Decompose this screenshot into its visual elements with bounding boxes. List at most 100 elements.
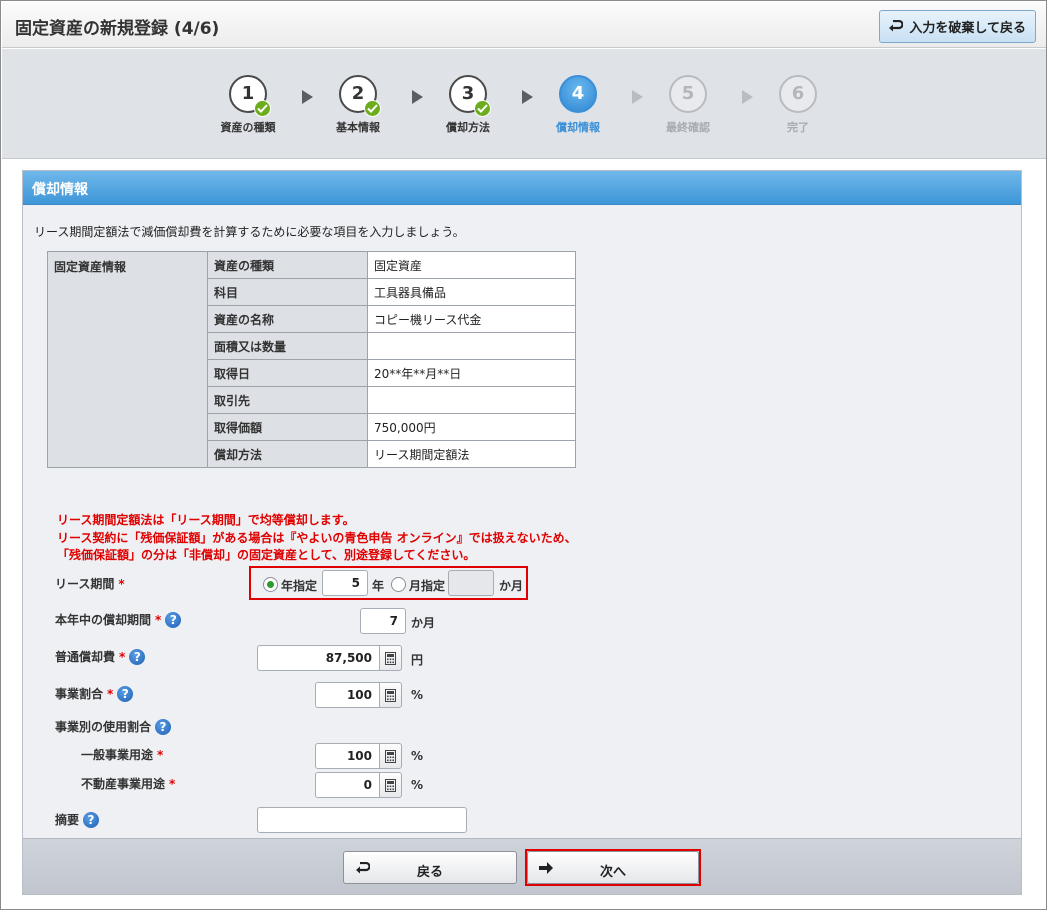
row-value: コピー機リース代金	[367, 305, 576, 333]
step-label: 最終確認	[666, 121, 710, 134]
asset-info-table: 固定資産情報 資産の種類 固定資産 科目 工具器具備品 資産の名称 コピー機リー…	[47, 251, 576, 468]
calculator-icon	[385, 652, 396, 665]
normal-depreciation-input[interactable]: 87,500	[257, 645, 380, 671]
back-button[interactable]: 戻る	[343, 851, 517, 884]
calculator-button[interactable]	[380, 645, 402, 671]
help-icon[interactable]: ?	[83, 811, 100, 828]
row-label: 資産の名称	[207, 305, 368, 333]
lease-period-label: リース期間 *	[55, 576, 125, 592]
period-this-year-label: 本年中の償却期間 *?	[55, 611, 182, 628]
row-label: 取引先	[207, 386, 368, 414]
discard-and-return-button[interactable]: 入力を破棄して戻る	[879, 10, 1036, 43]
required-mark: *	[155, 612, 162, 627]
calculator-button[interactable]	[380, 772, 402, 798]
month-unit: か月	[499, 579, 524, 593]
lease-years-input[interactable]: 5	[322, 570, 368, 596]
step-1: 1 資産の種類	[198, 75, 298, 135]
next-highlight-box	[525, 849, 701, 886]
business-ratio-label: 事業割合 *?	[55, 685, 134, 702]
footer-bar: 戻る 次へ	[23, 838, 1021, 894]
row-value	[367, 332, 576, 360]
step-label: 償却情報	[556, 121, 600, 134]
lease-period-group: 年指定 5 年 月指定 か月	[249, 566, 528, 600]
required-mark: *	[169, 776, 176, 791]
row-value: 工具器具備品	[367, 278, 576, 306]
row-value: 750,000円	[367, 413, 576, 441]
required-mark: *	[157, 747, 164, 762]
row-label: 面積又は数量	[207, 332, 368, 360]
memo-input[interactable]	[257, 807, 467, 833]
step-label: 完了	[787, 121, 809, 134]
percent-unit: %	[411, 749, 424, 763]
step-2: 2 基本情報	[308, 75, 408, 135]
calculator-icon	[385, 750, 396, 763]
step-number: 3	[449, 75, 491, 117]
row-value: 固定資産	[367, 251, 576, 279]
required-mark: *	[118, 576, 125, 591]
usage-ratio-label: 事業別の使用割合?	[55, 718, 172, 735]
warning-line: リース期間定額法は「リース期間」で均等償却します。	[57, 513, 355, 527]
real-estate-business-label: 不動産事業用途 *	[81, 776, 176, 792]
step-number: 6	[779, 75, 817, 113]
row-label: 取得価額	[207, 413, 368, 441]
panel-body: リース期間定額法で減価償却費を計算するために必要な項目を入力しましょう。 固定資…	[23, 205, 1021, 838]
check-icon	[364, 100, 381, 117]
panel-title: 償却情報	[23, 171, 1021, 205]
step-number: 2	[339, 75, 381, 117]
required-mark: *	[119, 649, 126, 664]
business-ratio-input[interactable]: 100	[315, 682, 380, 708]
year-radio[interactable]	[263, 577, 278, 592]
return-arrow-icon	[888, 20, 904, 33]
check-icon	[254, 100, 271, 117]
lease-months-input[interactable]	[448, 570, 494, 596]
warning-line: リース契約に「残価保証額」がある場合は『やよいの青色申告 オンライン』では扱えな…	[57, 530, 577, 545]
required-mark: *	[107, 686, 114, 701]
calculator-button[interactable]	[380, 743, 402, 769]
month-option-label: 月指定	[409, 579, 446, 593]
row-label: 償却方法	[207, 440, 368, 468]
intro-text: リース期間定額法で減価償却費を計算するために必要な項目を入力しましょう。	[34, 225, 465, 239]
warning-line: 「残価保証額」の分は「非償却」の固定資産として、別途登録してください。	[57, 548, 476, 562]
step-5: 5 最終確認	[638, 75, 738, 135]
help-icon[interactable]: ?	[155, 718, 172, 735]
calculator-button[interactable]	[380, 682, 402, 708]
step-progress: 1 資産の種類 2 基本情報 3 償却方法 4 償却情報 5 最終確認 6 完了	[2, 49, 1046, 159]
year-option-label: 年指定	[281, 579, 318, 593]
year-unit: 年	[372, 579, 385, 593]
warning-text: リース期間定額法は「リース期間」で均等償却します。 リース契約に「残価保証額」が…	[57, 512, 577, 565]
calculator-icon	[385, 689, 396, 702]
step-number: 1	[229, 75, 271, 117]
table-row: 固定資産情報 資産の種類 固定資産	[47, 251, 576, 468]
memo-label: 摘要?	[55, 811, 100, 828]
general-business-label: 一般事業用途 *	[81, 747, 164, 763]
step-label: 基本情報	[336, 121, 380, 134]
step-label: 償却方法	[446, 121, 490, 134]
step-4: 4 償却情報	[528, 75, 628, 135]
row-value: 20**年**月**日	[367, 359, 576, 387]
step-3: 3 償却方法	[418, 75, 518, 135]
row-label: 資産の種類	[207, 251, 368, 279]
calculator-icon	[385, 779, 396, 792]
real-estate-business-input[interactable]: 0	[315, 772, 380, 798]
help-icon[interactable]: ?	[129, 648, 146, 665]
general-business-input[interactable]: 100	[315, 743, 380, 769]
step-number: 4	[559, 75, 597, 113]
depreciation-panel: 償却情報 リース期間定額法で減価償却費を計算するために必要な項目を入力しましょう…	[22, 170, 1022, 895]
row-label: 取得日	[207, 359, 368, 387]
page-header: 固定資産の新規登録 (4/6) 入力を破棄して戻る	[2, 2, 1046, 48]
help-icon[interactable]: ?	[117, 685, 134, 702]
info-group-header: 固定資産情報	[47, 251, 208, 468]
step-6: 6 完了	[748, 75, 848, 135]
period-months-input[interactable]: 7	[360, 608, 406, 634]
row-value: リース期間定額法	[367, 440, 576, 468]
yen-unit: 円	[411, 653, 424, 667]
check-icon	[474, 100, 491, 117]
month-radio[interactable]	[391, 577, 406, 592]
help-icon[interactable]: ?	[165, 611, 182, 628]
step-label: 資産の種類	[220, 121, 276, 134]
page-title: 固定資産の新規登録 (4/6)	[15, 19, 220, 39]
step-number: 5	[669, 75, 707, 113]
percent-unit: %	[411, 778, 424, 792]
back-button-label: 戻る	[416, 865, 443, 880]
period-unit: か月	[411, 616, 436, 630]
